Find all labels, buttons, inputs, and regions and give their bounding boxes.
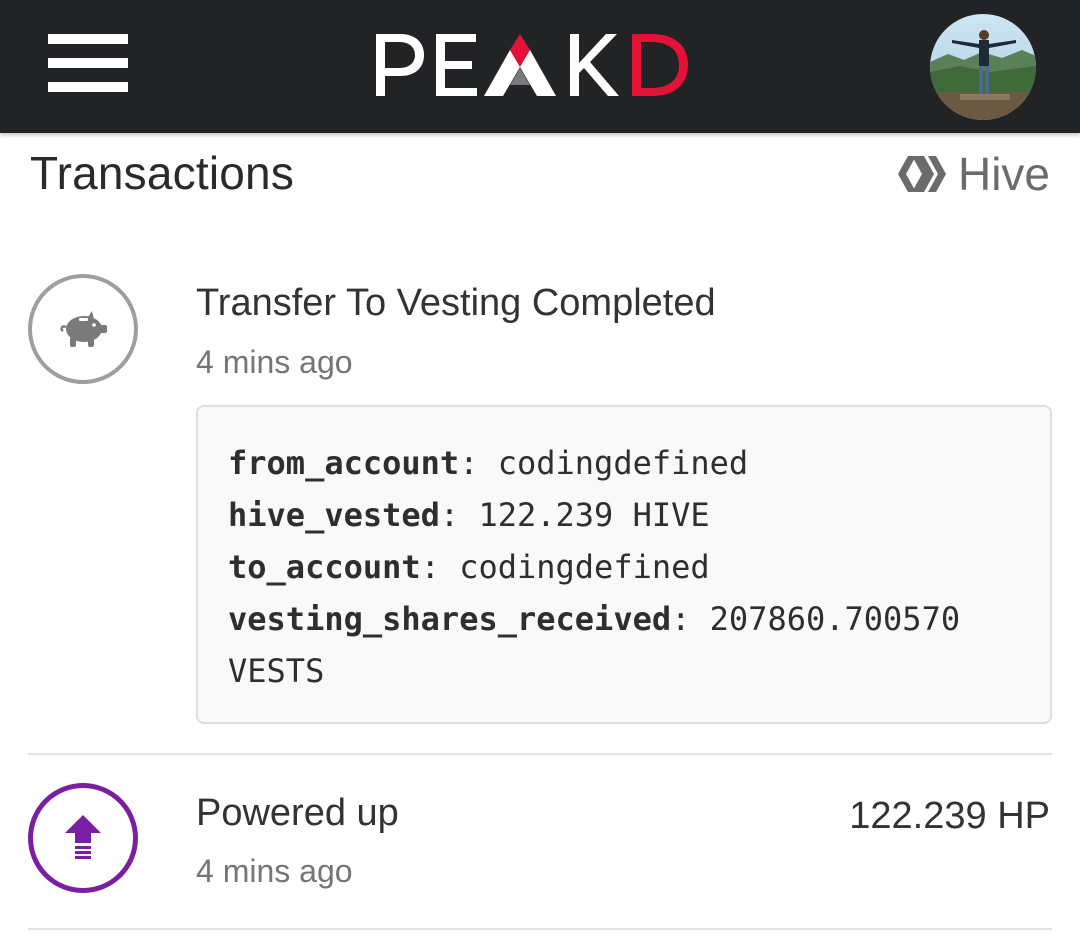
- transaction-time: 4 mins ago: [196, 853, 353, 889]
- detail-key: from_account: [228, 444, 460, 482]
- top-navigation-bar: [0, 0, 1080, 133]
- divider: [28, 928, 1052, 930]
- user-avatar[interactable]: [930, 14, 1036, 120]
- transaction-title: Powered up: [196, 792, 399, 834]
- transaction-details: from_account: codingdefined hive_vested:…: [196, 405, 1052, 724]
- detail-key: to_account: [228, 548, 421, 586]
- hive-label: Hive: [957, 148, 1050, 200]
- peakd-logo[interactable]: [370, 30, 700, 100]
- detail-row: vesting_shares_received: 207860.700570 V…: [228, 600, 961, 690]
- transaction-title: Transfer To Vesting Completed: [196, 282, 716, 324]
- hamburger-menu-icon[interactable]: [48, 34, 128, 92]
- power-up-arrow-icon: [28, 783, 138, 893]
- detail-value: 122.239 HIVE: [478, 496, 710, 534]
- divider: [28, 753, 1052, 755]
- detail-row: to_account: codingdefined: [228, 548, 710, 586]
- detail-value: codingdefined: [459, 548, 710, 586]
- piggy-bank-icon: [28, 274, 138, 384]
- transaction-time: 4 mins ago: [196, 344, 353, 380]
- detail-key: vesting_shares_received: [228, 600, 672, 638]
- hive-network-badge[interactable]: Hive: [897, 146, 1050, 202]
- detail-value: codingdefined: [497, 444, 749, 482]
- detail-row: from_account: codingdefined: [228, 444, 749, 482]
- detail-key: hive_vested: [228, 496, 440, 534]
- detail-row: hive_vested: 122.239 HIVE: [228, 496, 710, 534]
- hive-logo-icon: [897, 156, 946, 192]
- page-title: Transactions: [30, 147, 295, 199]
- transaction-amount: 122.239 HP: [849, 795, 1050, 837]
